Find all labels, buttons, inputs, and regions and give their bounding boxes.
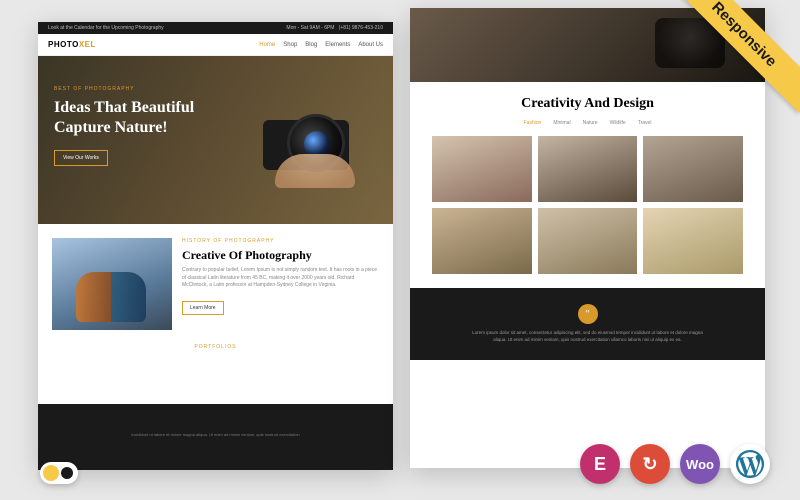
tab-fashion[interactable]: Fashion	[524, 120, 542, 126]
gallery-grid	[432, 136, 743, 274]
wordpress-icon	[730, 444, 770, 484]
testimonial-text: Lorem ipsum dolor sit amet, consectetur …	[468, 330, 708, 344]
nav-elements[interactable]: Elements	[325, 42, 350, 48]
gallery-item[interactable]	[538, 136, 638, 202]
about-title: Creative Of Photography	[182, 248, 379, 263]
hero-kicker: BEST OF PHOTOGRAPHY	[54, 86, 224, 92]
gallery-item[interactable]	[643, 208, 743, 274]
gallery-item[interactable]	[432, 208, 532, 274]
platform-badges: E ↻ Woo	[580, 444, 770, 484]
about-body: Contrary to popular belief, Lorem Ipsum …	[182, 267, 379, 290]
hero-section: BEST OF PHOTOGRAPHY Ideas That Beautiful…	[38, 56, 393, 224]
topbar-contact: Mon - Sat 9AM - 6PM (+81) 9876-453-210	[286, 25, 383, 31]
tab-nature[interactable]: Nature	[583, 120, 598, 126]
nav-about[interactable]: About Us	[358, 42, 383, 48]
site-logo[interactable]: PHOTOXEL	[48, 40, 96, 49]
refresh-icon: ↻	[630, 444, 670, 484]
nav-blog[interactable]: Blog	[305, 42, 317, 48]
hero-camera-image	[245, 92, 375, 182]
tab-travel[interactable]: Travel	[638, 120, 652, 126]
testimonial-section: " Lorem ipsum dolor sit amet, consectetu…	[410, 288, 765, 360]
gallery-section: Creativity And Design Fashion Minimal Na…	[410, 82, 765, 284]
gallery-item[interactable]	[538, 208, 638, 274]
gallery-item[interactable]	[643, 136, 743, 202]
footer-placeholder-text: incididunt ut labore et dolore magna ali…	[38, 404, 393, 438]
portfolios-kicker: PORTFOLIOS	[38, 344, 393, 350]
nav-home[interactable]: Home	[259, 42, 275, 48]
about-section: HISTORY OF PHOTOGRAPHY Creative Of Photo…	[38, 224, 393, 340]
about-image	[52, 238, 172, 330]
tab-wildlife[interactable]: Wildlife	[610, 120, 626, 126]
light-dark-toggle[interactable]	[40, 462, 78, 484]
top-utility-bar: Look at the Calendar for the Upcoming Ph…	[38, 22, 393, 34]
moon-icon	[61, 467, 73, 479]
hero-cta-button[interactable]: View Our Works	[54, 150, 108, 166]
gallery-tabs: Fashion Minimal Nature Wildlife Travel	[432, 120, 743, 126]
quote-icon: "	[578, 304, 598, 324]
gallery-title: Creativity And Design	[432, 96, 743, 112]
about-kicker: HISTORY OF PHOTOGRAPHY	[182, 238, 379, 244]
dark-footer-strip: incididunt ut labore et dolore magna ali…	[38, 404, 393, 470]
hero-title: Ideas That Beautiful Capture Nature!	[54, 98, 224, 138]
tab-minimal[interactable]: Minimal	[553, 120, 570, 126]
topbar-announcement: Look at the Calendar for the Upcoming Ph…	[48, 25, 164, 31]
about-learn-more-button[interactable]: Learn More	[182, 301, 224, 315]
preview-panel-gallery: Creativity And Design Fashion Minimal Na…	[410, 8, 765, 468]
nav-shop[interactable]: Shop	[283, 42, 297, 48]
woocommerce-icon: Woo	[680, 444, 720, 484]
gallery-item[interactable]	[432, 136, 532, 202]
main-navbar: PHOTOXEL Home Shop Blog Elements About U…	[38, 34, 393, 56]
theme-toggle-widget	[40, 462, 78, 484]
elementor-icon: E	[580, 444, 620, 484]
nav-links: Home Shop Blog Elements About Us	[259, 42, 383, 48]
preview-panel-homepage: Look at the Calendar for the Upcoming Ph…	[38, 22, 393, 470]
